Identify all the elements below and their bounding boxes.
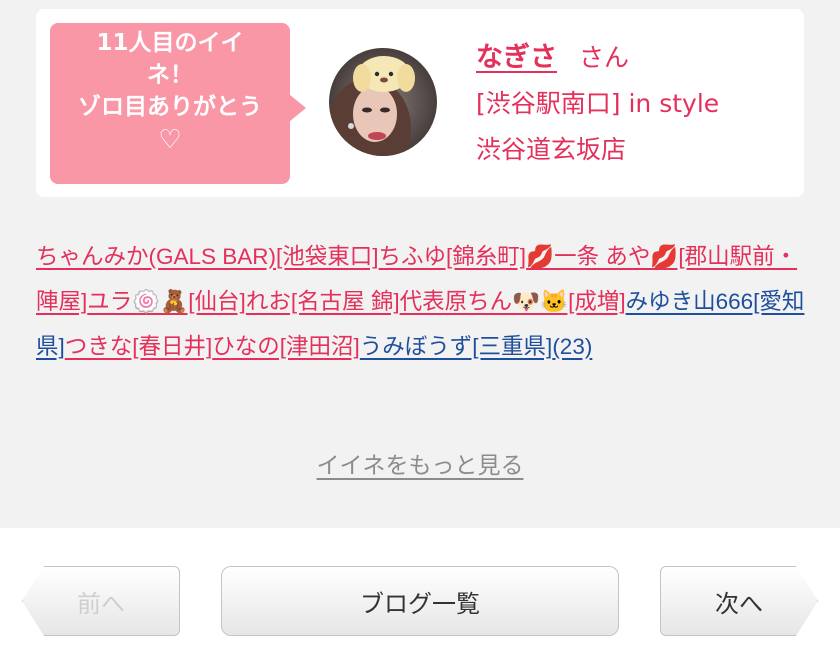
like-card: 11人目のイイ ネ！ ゾロ目ありがとう ♡ なぎさ さん [渋谷駅南口] in … xyxy=(36,9,804,197)
honorific: さん xyxy=(579,43,630,72)
liker-link[interactable]: ちふゆ[錦糸町] xyxy=(379,244,527,269)
profile-info: なぎさ さん [渋谷駅南口] in style 渋谷道玄坂店 xyxy=(476,35,719,173)
user-name-link[interactable]: なぎさ xyxy=(476,42,557,73)
bubble-text-line3: ゾロ目ありがとう xyxy=(78,94,262,120)
prev-button[interactable]: 前へ xyxy=(22,566,180,636)
more-likes-link[interactable]: イイネをもっと見る xyxy=(317,453,524,479)
more-likes: イイネをもっと見る xyxy=(0,448,840,484)
likes-section: 11人目のイイ ネ！ ゾロ目ありがとう ♡ なぎさ さん [渋谷駅南口] in … xyxy=(0,0,840,528)
liker-link[interactable]: つきな[春日井] xyxy=(65,334,213,359)
heart-icon: ♡ xyxy=(158,125,182,155)
liker-link[interactable]: 代表原ちん🐶🐱[成増] xyxy=(400,289,626,314)
liker-link[interactable]: ひなの[津田沼] xyxy=(212,334,360,359)
next-button[interactable]: 次へ xyxy=(660,566,818,636)
liker-link[interactable]: ちゃんみか(GALS BAR) xyxy=(36,244,276,269)
shop-line2: 渋谷道玄坂店 xyxy=(476,135,627,164)
like-count-bubble: 11人目のイイ ネ！ ゾロ目ありがとう ♡ xyxy=(50,23,306,184)
bubble-text-line1: 11人目のイイ xyxy=(96,30,244,56)
liker-link[interactable]: ユラ🍥🧸[仙台] xyxy=(87,289,246,314)
avatar[interactable] xyxy=(329,48,437,156)
liker-link[interactable]: [池袋東口] xyxy=(276,244,379,269)
liker-count-link[interactable]: (23) xyxy=(552,334,592,359)
bubble-text-line2: ネ！ xyxy=(147,62,193,88)
shop-line1: [渋谷駅南口] in style xyxy=(476,89,720,118)
liker-link[interactable]: うみぼうず[三重県] xyxy=(360,334,553,359)
liker-link[interactable]: れお[名古屋 錦] xyxy=(246,289,400,314)
likers-list: ちゃんみか(GALS BAR)[池袋東口]ちふゆ[錦糸町]💋一条 あや💋[郡山駅… xyxy=(36,234,806,369)
blog-list-button[interactable]: ブログ一覧 xyxy=(221,566,619,636)
